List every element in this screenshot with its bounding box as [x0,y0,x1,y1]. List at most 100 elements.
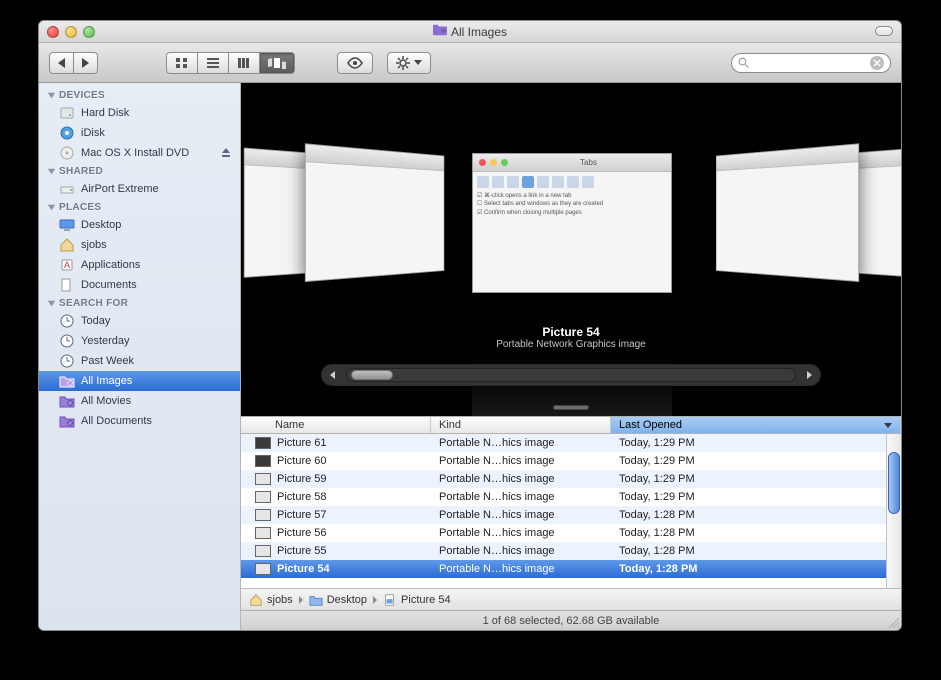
column-header-kind[interactable]: Kind [431,417,611,433]
action-menu-button[interactable] [387,52,431,74]
sidebar-item-label: Mac OS X Install DVD [81,147,189,159]
cell-last-opened: Today, 1:29 PM [611,455,901,467]
cell-name: Picture 55 [241,545,431,557]
router-icon [59,181,75,197]
sidebar-item-hard-disk[interactable]: Hard Disk [39,103,240,123]
sidebar-item-idisk[interactable]: iDisk [39,123,240,143]
sidebar-item-all-images[interactable]: All Images [39,371,240,391]
sidebar-item-sjobs[interactable]: sjobs [39,235,240,255]
sidebar-section-header[interactable]: SHARED [39,163,240,179]
column-view-button[interactable] [229,52,260,74]
forward-button[interactable] [74,52,98,74]
coverflow-item[interactable] [305,143,444,282]
chevron-down-icon [414,60,422,66]
scroll-thumb[interactable] [351,370,393,380]
breadcrumb-item[interactable]: Picture 54 [383,593,451,607]
clear-search-button[interactable] [870,56,884,70]
scroll-right-button[interactable] [802,368,816,382]
sidebar-item-past-week[interactable]: Past Week [39,351,240,371]
clock-icon [59,353,75,369]
chevron-right-icon [82,58,89,68]
icon-view-button[interactable] [166,52,198,74]
quicklook-button[interactable] [337,52,373,74]
coverflow-item[interactable] [716,143,859,282]
sidebar-item-airport-extreme[interactable]: AirPort Extreme [39,179,240,199]
toolbar-toggle-button[interactable] [875,26,893,36]
chevron-left-icon [58,58,65,68]
apps-icon: A [59,257,75,273]
sidebar-item-documents[interactable]: Documents [39,275,240,295]
disclosure-triangle-icon [47,203,56,212]
sidebar-item-yesterday[interactable]: Yesterday [39,331,240,351]
sidebar-item-applications[interactable]: A Applications [39,255,240,275]
cell-kind: Portable N…hics image [431,509,611,521]
scrollbar-thumb[interactable] [888,452,900,514]
coverflow-view[interactable]: Tabs [241,83,901,416]
scroll-left-button[interactable] [326,368,340,382]
file-list: Name Kind Last Opened Picture 61Portable… [241,416,901,588]
zoom-button[interactable] [83,26,95,38]
sidebar-item-label: Documents [81,279,137,291]
table-row[interactable]: Picture 56Portable N…hics imageToday, 1:… [241,524,901,542]
table-row[interactable]: Picture 59Portable N…hics imageToday, 1:… [241,470,901,488]
sidebar-item-today[interactable]: Today [39,311,240,331]
file-thumbnail-icon [255,527,271,539]
coverflow-scrollbar[interactable] [321,364,821,386]
smart-folder-icon [59,413,75,429]
eject-button[interactable] [220,147,232,159]
vertical-scrollbar[interactable] [886,434,901,588]
column-header-last-opened[interactable]: Last Opened [611,417,901,433]
sidebar-item-label: Hard Disk [81,107,129,119]
sidebar-item-label: AirPort Extreme [81,183,159,195]
sidebar-item-label: Past Week [81,355,134,367]
sidebar-item-desktop[interactable]: Desktop [39,215,240,235]
resize-handle[interactable] [887,616,899,628]
eye-icon [346,57,364,69]
breadcrumb-item[interactable]: Desktop [309,593,367,607]
sidebar-item-all-movies[interactable]: All Movies [39,391,240,411]
breadcrumb-label: Picture 54 [401,594,451,606]
table-row[interactable]: Picture 57Portable N…hics imageToday, 1:… [241,506,901,524]
columns-icon [237,57,251,69]
finder-window: All Images [38,20,902,631]
table-row[interactable]: Picture 60Portable N…hics imageToday, 1:… [241,452,901,470]
file-thumbnail-icon [255,437,271,449]
sidebar-item-mac-os-x-install-dvd[interactable]: Mac OS X Install DVD [39,143,240,163]
coverflow-subtitle: Portable Network Graphics image [241,339,901,350]
cell-name: Picture 60 [241,455,431,467]
title-proxy-icon [433,24,447,39]
sidebar-section-header[interactable]: PLACES [39,199,240,215]
file-thumbnail-icon [255,563,271,575]
cell-kind: Portable N…hics image [431,455,611,467]
sidebar-item-label: iDisk [81,127,105,139]
coverflow-view-button[interactable] [260,52,295,74]
close-button[interactable] [47,26,59,38]
sidebar-section-header[interactable]: DEVICES [39,87,240,103]
scroll-track[interactable] [346,368,796,382]
table-row[interactable]: Picture 55Portable N…hics imageToday, 1:… [241,542,901,560]
cell-last-opened: Today, 1:29 PM [611,473,901,485]
main-area: Tabs [241,83,901,630]
sidebar-item-all-documents[interactable]: All Documents [39,411,240,431]
toolbar [39,43,901,83]
sidebar-section-header[interactable]: SEARCH FOR [39,295,240,311]
list-view-button[interactable] [198,52,229,74]
svg-text:A: A [64,260,70,270]
close-icon [873,59,881,67]
coverflow-item-center[interactable]: Tabs [472,153,672,293]
table-row[interactable]: Picture 61Portable N…hics imageToday, 1:… [241,434,901,452]
table-row[interactable]: Picture 58Portable N…hics imageToday, 1:… [241,488,901,506]
back-button[interactable] [49,52,74,74]
sidebar-item-label: Applications [81,259,140,271]
desktop-icon [59,217,75,233]
table-row[interactable]: Picture 54Portable N…hics imageToday, 1:… [241,560,901,578]
triangle-left-icon [328,370,338,380]
coverflow-icon [268,57,286,69]
breadcrumb-item[interactable]: sjobs [249,593,293,607]
disclosure-triangle-icon [47,299,56,308]
list-body[interactable]: Picture 61Portable N…hics imageToday, 1:… [241,434,901,588]
column-header-name[interactable]: Name [241,417,431,433]
minimize-button[interactable] [65,26,77,38]
split-handle[interactable] [553,405,589,410]
search-field[interactable] [731,53,891,73]
